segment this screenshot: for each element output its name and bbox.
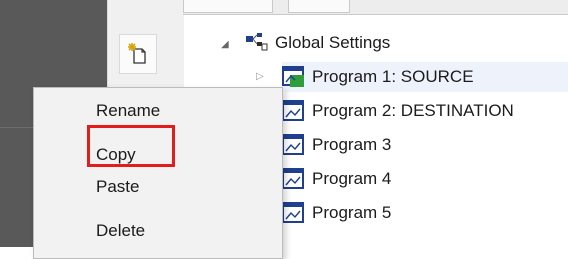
new-item-button[interactable] (119, 34, 157, 74)
tree-item-program-2[interactable]: Program 2: DESTINATION (282, 96, 514, 126)
tab-left[interactable] (183, 0, 273, 13)
tree-item-program-5[interactable]: Program 5 (282, 198, 391, 228)
new-item-icon (128, 43, 146, 64)
menu-item-delete[interactable]: Delete (34, 216, 282, 246)
menu-item-rename[interactable]: Rename (34, 96, 282, 126)
tree-root-global-settings[interactable]: Global Settings (245, 28, 390, 58)
menu-item-label: Rename (96, 101, 161, 120)
expand-arrow-icon[interactable]: ▷ (256, 71, 264, 82)
tree-item-label: Program 1: SOURCE (312, 67, 474, 86)
context-menu: Rename Copy Paste Delete (33, 87, 283, 259)
tab-right[interactable] (288, 0, 350, 13)
tree-item-program-3[interactable]: Program 3 (282, 130, 391, 160)
tree-item-program-1[interactable]: Program 1: SOURCE (282, 62, 568, 92)
menu-item-label: Paste (96, 177, 140, 196)
menu-item-paste[interactable]: Paste (34, 172, 282, 202)
tree-item-label: Program 2: DESTINATION (312, 101, 514, 120)
tree-root-label: Global Settings (275, 33, 391, 52)
program-icon (282, 168, 306, 190)
program-active-icon (282, 66, 306, 88)
tab-strip (183, 0, 568, 15)
tree-item-program-4[interactable]: Program 4 (282, 164, 391, 194)
tree-item-label: Program 5 (312, 203, 392, 222)
program-icon (282, 134, 306, 156)
tree-item-label: Program 3 (312, 135, 392, 154)
global-settings-icon (245, 33, 269, 53)
program-icon (282, 202, 306, 224)
tree-item-label: Program 4 (312, 169, 392, 188)
copy-highlight-box (87, 125, 175, 167)
collapse-arrow-icon[interactable]: ◢ (221, 39, 229, 50)
menu-item-label: Delete (96, 221, 146, 240)
program-icon (282, 100, 306, 122)
